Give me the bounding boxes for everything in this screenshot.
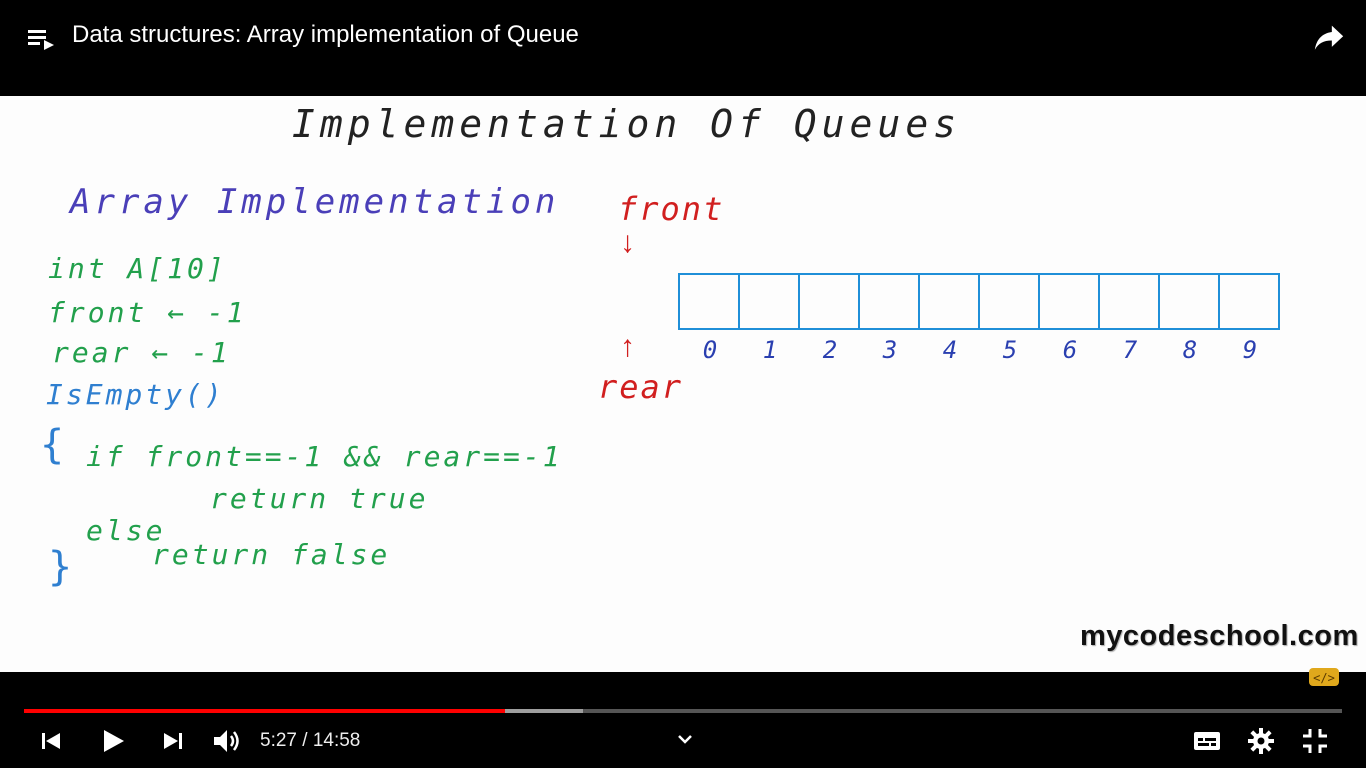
array-cell — [1038, 273, 1100, 330]
code-line-front: front ← -1 — [48, 296, 247, 329]
array-index: 3 — [882, 336, 898, 364]
skip-previous-icon[interactable] — [36, 726, 66, 756]
array-cell — [798, 273, 860, 330]
player-controls: </> 5:27 / 14:58 — [0, 668, 1366, 768]
array-cell — [1218, 273, 1280, 330]
video-title[interactable]: Data structures: Array implementation of… — [72, 20, 579, 50]
gear-icon[interactable] — [1246, 726, 1276, 756]
array-cell — [858, 273, 920, 330]
progress-played — [24, 709, 506, 713]
code-line-rear: rear ← -1 — [52, 336, 231, 369]
array-index: 7 — [1122, 336, 1138, 364]
svg-text:</>: </> — [1313, 671, 1335, 685]
code-open-brace: { — [40, 422, 65, 468]
code-line-isempty: IsEmpty() — [46, 378, 225, 411]
share-icon[interactable] — [1312, 20, 1346, 54]
front-label: front — [618, 190, 725, 228]
array-index: 9 — [1242, 336, 1258, 364]
playlist-icon[interactable] — [26, 24, 56, 54]
code-line-if: if front==-1 && rear==-1 — [86, 440, 563, 473]
array-cell — [1158, 273, 1220, 330]
array-index: 0 — [702, 336, 718, 364]
play-icon[interactable] — [98, 726, 128, 756]
code-close-brace: } — [48, 544, 73, 590]
rear-arrow-icon: ↑ — [620, 330, 635, 363]
time-display: 5:27 / 14:58 — [260, 730, 361, 751]
array-cell — [918, 273, 980, 330]
array-index: 5 — [1002, 336, 1018, 364]
queue-array — [678, 273, 1280, 330]
skip-next-icon[interactable] — [158, 726, 188, 756]
subtitles-icon[interactable] — [1192, 726, 1222, 756]
array-index: 2 — [822, 336, 838, 364]
rear-label: rear — [598, 368, 684, 406]
front-arrow-icon: ↓ — [620, 226, 635, 259]
video-frame[interactable]: Implementation Of Queues Array Implement… — [0, 96, 1366, 672]
code-line-return-false: return false — [152, 538, 391, 571]
array-cell — [738, 273, 800, 330]
exit-fullscreen-icon[interactable] — [1300, 726, 1330, 756]
watermark: mycodeschool.com — [1080, 620, 1359, 652]
array-index: 6 — [1062, 336, 1078, 364]
array-index: 1 — [762, 336, 778, 364]
array-cell — [978, 273, 1040, 330]
volume-icon[interactable] — [212, 726, 242, 756]
array-indices: 0 1 2 3 4 5 6 7 8 9 — [680, 336, 1280, 364]
code-line-array: int A[10] — [48, 252, 227, 285]
array-index: 8 — [1182, 336, 1198, 364]
chevron-down-icon[interactable] — [670, 724, 700, 754]
array-cell — [1098, 273, 1160, 330]
slide-title: Implementation Of Queues — [292, 102, 962, 146]
channel-logo-icon[interactable]: </> — [1308, 664, 1340, 690]
code-line-return-true: return true — [210, 482, 429, 515]
progress-bar[interactable] — [24, 709, 1342, 713]
array-index: 4 — [942, 336, 958, 364]
slide-subtitle: Array Implementation — [70, 182, 560, 222]
array-cell — [678, 273, 740, 330]
top-bar: Data structures: Array implementation of… — [0, 0, 1366, 96]
